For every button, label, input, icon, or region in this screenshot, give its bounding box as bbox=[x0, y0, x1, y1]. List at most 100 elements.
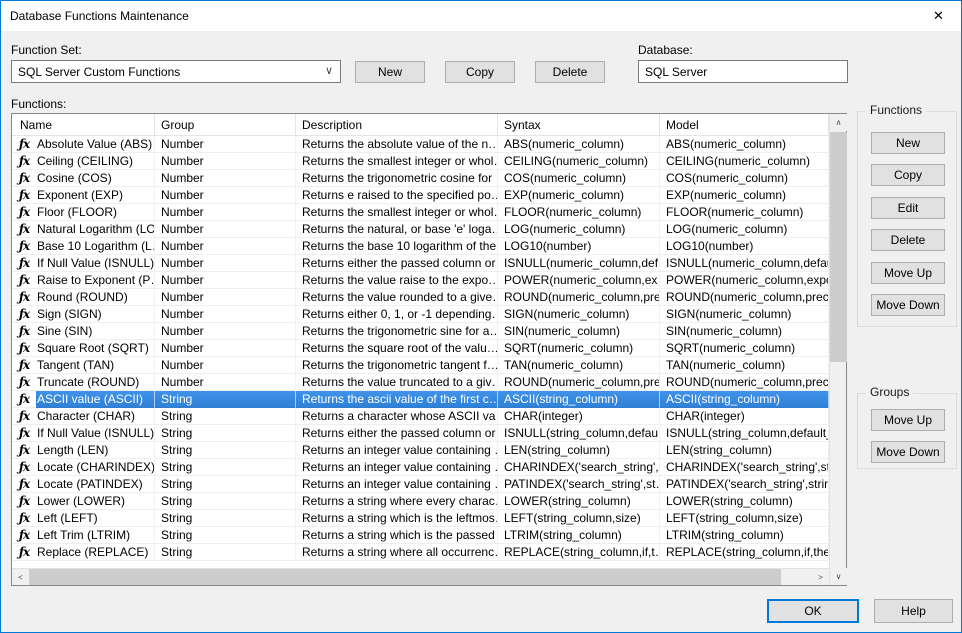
table-row[interactable]: ƒx Raise to Exponent (P… Number Returns … bbox=[12, 272, 829, 289]
function-set-select[interactable]: SQL Server Custom Functions ∨ bbox=[11, 60, 341, 83]
groups-panel: Groups Move Up Move Down bbox=[857, 393, 957, 469]
vertical-scrollbar[interactable]: ∧ ∨ bbox=[829, 114, 846, 585]
table-row[interactable]: ƒx Locate (CHARINDEX) String Returns an … bbox=[12, 459, 829, 476]
table-row[interactable]: ƒx Round (ROUND) Number Returns the valu… bbox=[12, 289, 829, 306]
table-row[interactable]: ƒx Lower (LOWER) String Returns a string… bbox=[12, 493, 829, 510]
fx-icon: ƒx bbox=[12, 170, 36, 187]
function-table-body: ƒx Absolute Value (ABS) Number Returns t… bbox=[12, 136, 829, 568]
table-row[interactable]: ƒx Square Root (SQRT) Number Returns the… bbox=[12, 340, 829, 357]
fx-icon: ƒx bbox=[12, 153, 36, 170]
column-header-syntax[interactable]: Syntax bbox=[498, 114, 660, 136]
new-function-set-button[interactable]: New bbox=[355, 61, 425, 83]
table-row[interactable]: ƒx Sign (SIGN) Number Returns either 0, … bbox=[12, 306, 829, 323]
table-row[interactable]: ƒx Locate (PATINDEX) String Returns an i… bbox=[12, 476, 829, 493]
cell-group: Number bbox=[155, 323, 296, 340]
horizontal-scroll-thumb[interactable] bbox=[29, 569, 781, 585]
chevron-down-icon: ∨ bbox=[325, 64, 333, 77]
cell-syntax: COS(numeric_column) bbox=[498, 170, 660, 187]
table-row[interactable]: ƒx Natural Logarithm (LOG) Number Return… bbox=[12, 221, 829, 238]
fx-icon: ƒx bbox=[12, 187, 36, 204]
fx-icon: ƒx bbox=[12, 136, 36, 153]
copy-function-set-button[interactable]: Copy bbox=[445, 61, 515, 83]
cell-syntax: ROUND(numeric_column,pre… bbox=[498, 374, 660, 391]
column-header-model[interactable]: Model bbox=[660, 114, 829, 136]
cell-description: Returns the value truncated to a giv… bbox=[296, 374, 498, 391]
table-row[interactable]: ƒx If Null Value (ISNULL) String Returns… bbox=[12, 425, 829, 442]
table-row[interactable]: ƒx Exponent (EXP) Number Returns e raise… bbox=[12, 187, 829, 204]
scroll-up-icon[interactable]: ∧ bbox=[830, 114, 847, 131]
table-row[interactable]: ƒx Length (LEN) String Returns an intege… bbox=[12, 442, 829, 459]
function-edit-button[interactable]: Edit bbox=[871, 197, 945, 219]
fx-icon: ƒx bbox=[12, 289, 36, 306]
table-row[interactable]: ƒx Ceiling (CEILING) Number Returns the … bbox=[12, 153, 829, 170]
horizontal-scrollbar[interactable]: < > bbox=[12, 568, 829, 585]
vertical-scroll-thumb[interactable] bbox=[830, 132, 847, 362]
cell-model: EXP(numeric_column) bbox=[660, 187, 829, 204]
cell-group: Number bbox=[155, 221, 296, 238]
function-copy-button[interactable]: Copy bbox=[871, 164, 945, 186]
cell-group: Number bbox=[155, 153, 296, 170]
table-row[interactable]: ƒx Left Trim (LTRIM) String Returns a st… bbox=[12, 527, 829, 544]
table-header: Name Group Description Syntax Model bbox=[12, 114, 829, 136]
database-input[interactable] bbox=[638, 60, 848, 83]
cell-syntax: LEFT(string_column,size) bbox=[498, 510, 660, 527]
fx-icon: ƒx bbox=[12, 374, 36, 391]
cell-name: Absolute Value (ABS) bbox=[36, 136, 155, 153]
cell-syntax: LOG(numeric_column) bbox=[498, 221, 660, 238]
cell-syntax: ASCII(string_column) bbox=[498, 391, 660, 408]
fx-icon: ƒx bbox=[12, 408, 36, 425]
cell-syntax: LTRIM(string_column) bbox=[498, 527, 660, 544]
cell-model: LEFT(string_column,size) bbox=[660, 510, 829, 527]
scroll-down-icon[interactable]: ∨ bbox=[830, 568, 847, 585]
table-row[interactable]: ƒx Sine (SIN) Number Returns the trigono… bbox=[12, 323, 829, 340]
cell-name: Locate (PATINDEX) bbox=[36, 476, 155, 493]
scroll-right-icon[interactable]: > bbox=[812, 569, 829, 585]
table-row[interactable]: ƒx Replace (REPLACE) String Returns a st… bbox=[12, 544, 829, 561]
cell-name: Left (LEFT) bbox=[36, 510, 155, 527]
group-move-down-button[interactable]: Move Down bbox=[871, 441, 945, 463]
table-row[interactable]: ƒx Left (LEFT) String Returns a string w… bbox=[12, 510, 829, 527]
cell-model: SQRT(numeric_column) bbox=[660, 340, 829, 357]
cell-model: ASCII(string_column) bbox=[660, 391, 829, 408]
help-button[interactable]: Help bbox=[874, 599, 953, 623]
cell-model: FLOOR(numeric_column) bbox=[660, 204, 829, 221]
cell-name: Sine (SIN) bbox=[36, 323, 155, 340]
fx-icon: ƒx bbox=[12, 425, 36, 442]
cell-name: Round (ROUND) bbox=[36, 289, 155, 306]
database-label: Database: bbox=[638, 43, 693, 57]
cell-syntax: ROUND(numeric_column,pre… bbox=[498, 289, 660, 306]
table-row[interactable]: ƒx Floor (FLOOR) Number Returns the smal… bbox=[12, 204, 829, 221]
cell-description: Returns the natural, or base 'e' loga… bbox=[296, 221, 498, 238]
column-header-name[interactable]: Name bbox=[12, 114, 155, 136]
column-header-group[interactable]: Group bbox=[155, 114, 296, 136]
table-row[interactable]: ƒx If Null Value (ISNULL) Number Returns… bbox=[12, 255, 829, 272]
table-row[interactable]: ƒx Character (CHAR) String Returns a cha… bbox=[12, 408, 829, 425]
group-move-up-button[interactable]: Move Up bbox=[871, 409, 945, 431]
cell-name: Tangent (TAN) bbox=[36, 357, 155, 374]
cell-name: Replace (REPLACE) bbox=[36, 544, 155, 561]
table-row[interactable]: ƒx Tangent (TAN) Number Returns the trig… bbox=[12, 357, 829, 374]
cell-syntax: LOG10(number) bbox=[498, 238, 660, 255]
cell-group: Number bbox=[155, 306, 296, 323]
function-delete-button[interactable]: Delete bbox=[871, 229, 945, 251]
cell-group: Number bbox=[155, 255, 296, 272]
cell-group: Number bbox=[155, 289, 296, 306]
table-row[interactable]: ƒx Truncate (ROUND) Number Returns the v… bbox=[12, 374, 829, 391]
ok-button[interactable]: OK bbox=[767, 599, 859, 623]
close-icon[interactable]: ✕ bbox=[916, 1, 961, 30]
delete-function-set-button[interactable]: Delete bbox=[535, 61, 605, 83]
fx-icon: ƒx bbox=[12, 221, 36, 238]
cell-syntax: SQRT(numeric_column) bbox=[498, 340, 660, 357]
horizontal-scroll-track[interactable] bbox=[29, 569, 812, 585]
function-new-button[interactable]: New bbox=[871, 132, 945, 154]
cell-name: Natural Logarithm (LOG) bbox=[36, 221, 155, 238]
table-row[interactable]: ƒx ASCII value (ASCII) String Returns th… bbox=[12, 391, 829, 408]
function-move-down-button[interactable]: Move Down bbox=[871, 294, 945, 316]
scroll-left-icon[interactable]: < bbox=[12, 569, 29, 585]
table-row[interactable]: ƒx Base 10 Logarithm (L… Number Returns … bbox=[12, 238, 829, 255]
column-header-description[interactable]: Description bbox=[296, 114, 498, 136]
function-move-up-button[interactable]: Move Up bbox=[871, 262, 945, 284]
table-row[interactable]: ƒx Cosine (COS) Number Returns the trigo… bbox=[12, 170, 829, 187]
vertical-scroll-track[interactable] bbox=[830, 131, 846, 568]
table-row[interactable]: ƒx Absolute Value (ABS) Number Returns t… bbox=[12, 136, 829, 153]
